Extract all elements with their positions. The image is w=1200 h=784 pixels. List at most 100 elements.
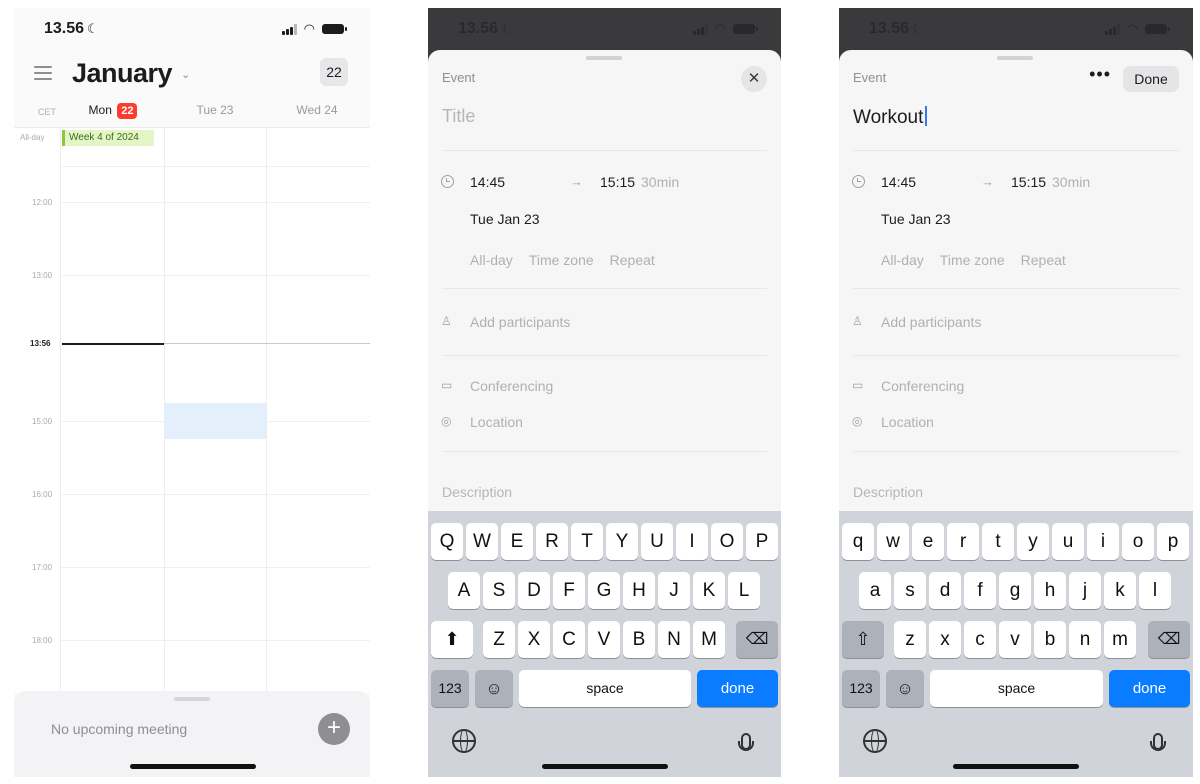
key[interactable]: W [466,523,498,560]
key[interactable]: J [658,572,690,609]
key[interactable]: Y [606,523,638,560]
key[interactable]: L [728,572,760,609]
key[interactable]: a [859,572,891,609]
key[interactable]: X [518,621,550,658]
allday-option[interactable]: All-day [881,252,924,268]
key[interactable]: f [964,572,996,609]
key[interactable]: S [483,572,515,609]
key[interactable]: C [553,621,585,658]
description-input[interactable]: Description [853,484,923,500]
repeat-option[interactable]: Repeat [610,252,655,268]
key[interactable]: z [894,621,926,658]
shift-icon[interactable]: ⇧ [842,621,884,658]
microphone-icon[interactable] [1150,733,1166,751]
month-title[interactable]: January [72,58,173,89]
key[interactable]: Q [431,523,463,560]
globe-icon[interactable] [863,729,887,753]
key[interactable]: h [1034,572,1066,609]
add-participants[interactable]: Add participants [470,314,570,330]
conferencing[interactable]: Conferencing [470,378,553,394]
key[interactable]: b [1034,621,1066,658]
key[interactable]: I [676,523,708,560]
key[interactable]: e [912,523,944,560]
week-chip[interactable]: Week 4 of 2024 [62,130,154,146]
key[interactable]: P [746,523,778,560]
event-date[interactable]: Tue Jan 23 [881,211,951,227]
microphone-icon[interactable] [738,733,754,751]
key[interactable]: q [842,523,874,560]
chevron-down-icon[interactable]: ⌄ [181,68,190,81]
conferencing[interactable]: Conferencing [881,378,964,394]
key[interactable]: U [641,523,673,560]
upcoming-sheet[interactable]: No upcoming meeting + [14,691,370,777]
key[interactable]: l [1139,572,1171,609]
key[interactable]: d [929,572,961,609]
key[interactable]: E [501,523,533,560]
key[interactable]: A [448,572,480,609]
done-key[interactable]: done [697,670,778,707]
sheet-grabber[interactable] [997,56,1033,60]
key[interactable]: y [1017,523,1049,560]
day-header-wed[interactable]: Wed 24 [266,103,368,117]
numbers-key[interactable]: 123 [431,670,469,707]
title-input[interactable]: Workout [853,106,928,129]
space-key[interactable]: space [930,670,1103,707]
key[interactable]: v [999,621,1031,658]
done-button[interactable]: Done [1123,66,1179,92]
add-participants[interactable]: Add participants [881,314,981,330]
key[interactable]: D [518,572,550,609]
key[interactable]: B [623,621,655,658]
location[interactable]: Location [470,414,523,430]
key[interactable]: r [947,523,979,560]
key[interactable]: i [1087,523,1119,560]
key[interactable]: R [536,523,568,560]
globe-icon[interactable] [452,729,476,753]
calendar-grid[interactable]: All-day Week 4 of 2024 12:00 13:00 15:00… [14,127,370,693]
day-header-mon[interactable]: Mon 22 [62,103,164,119]
repeat-option[interactable]: Repeat [1021,252,1066,268]
start-time[interactable]: 14:45 [881,174,916,190]
end-time[interactable]: 15:15 [1011,174,1046,190]
key[interactable]: k [1104,572,1136,609]
event-date[interactable]: Tue Jan 23 [470,211,540,227]
end-time[interactable]: 15:15 [600,174,635,190]
done-key[interactable]: done [1109,670,1190,707]
key[interactable]: g [999,572,1031,609]
timezone-option[interactable]: Time zone [529,252,594,268]
menu-icon[interactable] [34,66,52,84]
more-icon[interactable]: ••• [1089,64,1111,85]
key[interactable]: F [553,572,585,609]
key[interactable]: s [894,572,926,609]
key[interactable]: m [1104,621,1136,658]
timezone-option[interactable]: Time zone [940,252,1005,268]
key[interactable]: o [1122,523,1154,560]
day-header-tue[interactable]: Tue 23 [164,103,266,117]
key[interactable]: p [1157,523,1189,560]
today-button[interactable]: 22 [320,58,348,86]
close-icon[interactable]: ✕ [741,66,767,92]
key[interactable]: c [964,621,996,658]
shift-icon[interactable]: ⬆ [431,621,473,658]
key[interactable]: O [711,523,743,560]
backspace-icon[interactable]: ⌫ [736,621,778,658]
key[interactable]: w [877,523,909,560]
start-time[interactable]: 14:45 [470,174,505,190]
key[interactable]: j [1069,572,1101,609]
emoji-icon[interactable]: ☺ [886,670,924,707]
key[interactable]: n [1069,621,1101,658]
sheet-grabber[interactable] [174,697,210,701]
key[interactable]: u [1052,523,1084,560]
key[interactable]: V [588,621,620,658]
key[interactable]: H [623,572,655,609]
location[interactable]: Location [881,414,934,430]
key[interactable]: x [929,621,961,658]
key[interactable]: N [658,621,690,658]
emoji-icon[interactable]: ☺ [475,670,513,707]
key[interactable]: M [693,621,725,658]
key[interactable]: K [693,572,725,609]
plus-icon[interactable]: + [318,713,350,745]
selected-time-slot[interactable] [164,403,266,439]
key[interactable]: T [571,523,603,560]
title-input[interactable]: Title [442,106,475,127]
key[interactable]: t [982,523,1014,560]
